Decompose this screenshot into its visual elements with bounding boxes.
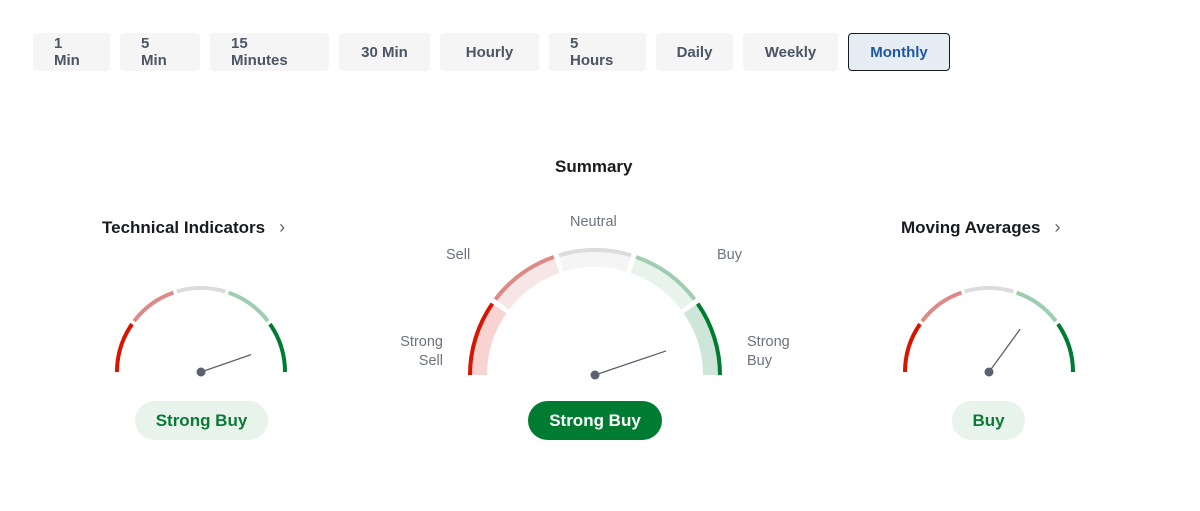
moving-averages-result-badge: Buy [952, 401, 1025, 440]
gauge-arc-strong-buy [268, 322, 287, 373]
moving-averages-gauge [903, 286, 1075, 377]
gauge-arc-sell [920, 290, 963, 323]
gauge-arc-strong-sell [115, 322, 134, 373]
gauge-arc-strong-buy [1056, 322, 1075, 373]
summary-gauge [468, 248, 722, 380]
technical-indicators-gauge [115, 286, 287, 377]
gauge-arc-neutral [964, 286, 1014, 294]
gauge-needle [988, 328, 1021, 373]
technical-indicators-result-badge: Strong Buy [135, 401, 268, 440]
gauge-needle-pivot [984, 367, 994, 377]
gauge-band-strong-sell [468, 302, 507, 376]
gauge-arc-buy [227, 290, 270, 323]
gauge-band-strong-buy [683, 302, 722, 376]
summary-result-badge: Strong Buy [528, 401, 662, 440]
gauge-needle-pivot [196, 367, 206, 377]
gauge-arc-sell [132, 290, 175, 323]
gauge-arc-neutral [176, 286, 226, 294]
gauge-needle [594, 350, 667, 376]
gauge-needle-pivot [590, 370, 600, 380]
gauge-arc-strong-sell [903, 322, 922, 373]
gauge-needle [200, 354, 252, 373]
gauge-band-neutral [558, 248, 632, 272]
gauge-arc-buy [1015, 290, 1058, 323]
